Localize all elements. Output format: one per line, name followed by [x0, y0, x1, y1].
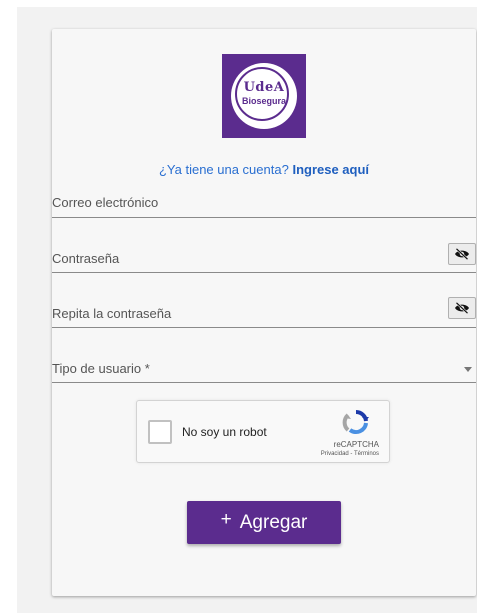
password-field[interactable]: Contraseña: [52, 237, 476, 273]
eye-slash-icon: [455, 302, 469, 314]
user-type-select[interactable]: Tipo de usuario *: [52, 349, 476, 383]
repeat-password-visibility-toggle[interactable]: [448, 297, 476, 319]
add-button-label: Agregar: [239, 511, 308, 533]
login-link[interactable]: Ingrese aquí: [292, 162, 369, 177]
recaptcha-links[interactable]: Privacidad - Términos: [321, 451, 379, 457]
email-label: Correo electrónico: [52, 195, 159, 210]
recaptcha-widget: No soy un robot reCAPTCHA Privacidad - T…: [136, 400, 390, 463]
login-prompt: ¿Ya tiene una cuenta? Ingrese aquí: [52, 162, 476, 177]
repeat-password-label: Repita la contraseña: [52, 306, 172, 321]
email-field[interactable]: Correo electrónico: [52, 189, 476, 218]
recaptcha-logo-icon: [342, 409, 369, 435]
recaptcha-checkbox[interactable]: [148, 420, 172, 444]
caret-down-icon: [464, 367, 472, 372]
password-visibility-toggle[interactable]: [448, 243, 476, 265]
logo-line-2: Biosegura: [241, 96, 286, 106]
add-button[interactable]: + Agregar: [187, 501, 341, 544]
login-prompt-text: ¿Ya tiene una cuenta?: [158, 162, 289, 177]
recaptcha-label: No soy un robot: [182, 425, 267, 439]
eye-slash-icon: [455, 248, 469, 260]
password-label: Contraseña: [52, 251, 120, 266]
user-type-label: Tipo de usuario *: [52, 361, 150, 376]
logo-line-1: UdeA: [243, 80, 285, 95]
repeat-password-field[interactable]: Repita la contraseña: [52, 294, 476, 328]
udea-biosegura-logo: UdeA Biosegura: [222, 54, 306, 138]
page-background: UdeA Biosegura ¿Ya tiene una cuenta? Ing…: [17, 7, 477, 613]
register-card: UdeA Biosegura ¿Ya tiene una cuenta? Ing…: [52, 29, 476, 596]
logo-seal: UdeA Biosegura: [231, 63, 297, 129]
plus-icon: +: [220, 508, 232, 530]
recaptcha-brand: reCAPTCHA: [333, 440, 379, 449]
